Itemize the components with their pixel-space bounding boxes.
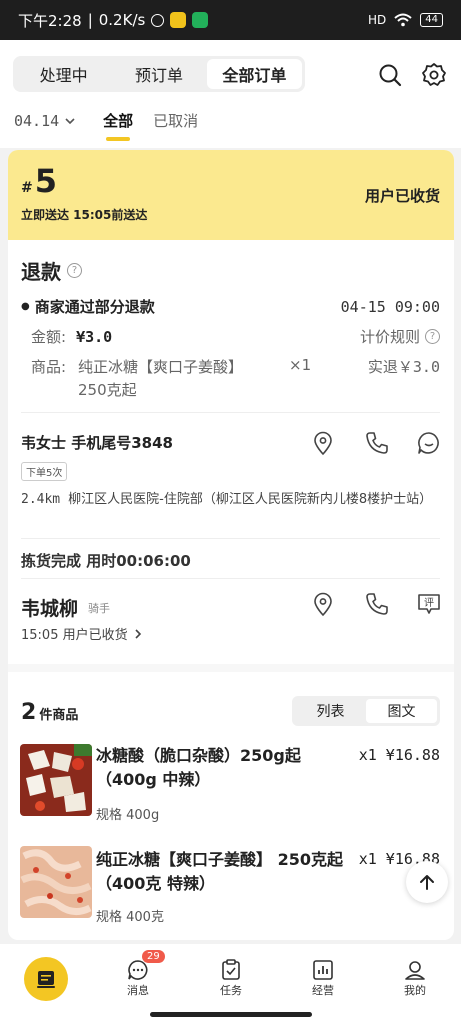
refund-time: 04-15 09:00: [340, 297, 440, 316]
rate-icon[interactable]: 评: [416, 591, 442, 617]
app-notification-icon: [170, 12, 187, 28]
scroll-top-button[interactable]: [406, 861, 448, 903]
settings-icon[interactable]: [421, 62, 447, 88]
divider: [21, 412, 440, 413]
tasks-icon: [222, 959, 240, 980]
phone-icon[interactable]: [364, 430, 390, 456]
phone-icon[interactable]: [364, 591, 390, 617]
sub-nav: 04.14 全部 已取消: [14, 110, 198, 141]
rider-status-link[interactable]: 15:05 用户已收货: [21, 624, 440, 643]
pricing-rule-link[interactable]: 计价规则 ?: [360, 326, 440, 347]
divider: [21, 578, 440, 579]
product-spec: 规格 400g: [96, 808, 160, 823]
order-status: 用户已收货: [364, 187, 440, 205]
product-name: 纯正冰糖【爽口子姜酸】 250克起（400克 特辣）: [96, 850, 343, 893]
divider: [21, 538, 440, 539]
distance: 2.4km: [21, 492, 61, 507]
nav-tasks[interactable]: 任务: [201, 958, 261, 998]
rider-name: 韦城柳: [21, 598, 79, 620]
refund-goods-qty: ×1: [289, 356, 312, 374]
product-image[interactable]: [20, 846, 92, 918]
chat-icon[interactable]: [416, 430, 442, 456]
picking-time: 拣货完成 用时00:06:00: [21, 552, 191, 570]
refund-goods-name: 纯正冰糖【爽口子姜酸】 250克起: [78, 358, 244, 399]
date-value: 04.14: [14, 111, 60, 130]
product-image[interactable]: [20, 744, 92, 816]
delivery-time: 立即送达 15:05前送达: [21, 208, 148, 222]
battery-icon: 44: [420, 13, 443, 27]
goods-view-toggle: 列表 图文: [292, 696, 440, 726]
tab-processing[interactable]: 处理中: [16, 59, 111, 89]
network-speed: 0.2K/s: [98, 11, 146, 29]
chevron-right-icon: [135, 628, 141, 639]
toggle-image[interactable]: 图文: [366, 699, 437, 723]
signal-icon: HD: [368, 13, 387, 27]
bottom-nav: 29 消息 任务 经营 我的: [0, 944, 461, 1024]
order-count-tag: 下单5次: [21, 462, 68, 481]
help-icon: ?: [425, 329, 440, 344]
bullet-icon: ●: [21, 301, 30, 312]
product-photo-icon: [20, 744, 92, 816]
toggle-list[interactable]: 列表: [295, 699, 366, 723]
header: 处理中 预订单 全部订单 04.14 全部 已取消: [0, 40, 461, 148]
filter-all[interactable]: 全部: [103, 110, 133, 141]
tab-all-orders[interactable]: 全部订单: [206, 59, 302, 89]
nav-messages[interactable]: 29 消息: [108, 950, 168, 998]
search-icon[interactable]: [377, 62, 403, 88]
home-indicator[interactable]: [150, 1012, 312, 1017]
rider-status: 15:05 用户已收货: [21, 628, 128, 643]
nav-mine[interactable]: 我的: [385, 958, 445, 998]
refund-event: ● 商家通过部分退款 04-15 09:00: [21, 297, 440, 317]
refund-amount-row: 金额: ¥3.0 计价规则 ?: [21, 326, 440, 347]
customer-address: 2.4km 柳江区人民医院-住院部（柳江区人民医院新内儿楼8楼护士站）: [21, 490, 440, 510]
arrow-up-icon: [420, 875, 434, 890]
alarm-icon: [151, 13, 165, 27]
order-card[interactable]: #5 立即送达 15:05前送达 用户已收货 退款 ? ● 商家通过部分退款 0…: [8, 150, 454, 940]
address-text: 柳江区人民医院-住院部（柳江区人民医院新内儿楼8楼护士站）: [68, 492, 433, 507]
status-time: 下午2:28: [18, 11, 82, 30]
wechat-icon: [192, 12, 209, 28]
refund-title: 退款 ?: [21, 256, 440, 285]
product-name: 冰糖酸（脆口杂酸）250g起（400g 中辣）: [96, 746, 301, 789]
chart-icon: [313, 960, 333, 980]
section-separator: [8, 664, 454, 672]
wifi-icon: [394, 13, 412, 27]
status-bar: 下午2:28 | 0.2K/s HD 44: [0, 0, 461, 40]
order-header: #5 立即送达 15:05前送达 用户已收货: [8, 150, 454, 240]
user-icon: [405, 961, 425, 980]
location-icon[interactable]: [310, 430, 336, 456]
product-spec: 规格 400克: [96, 910, 164, 925]
location-icon[interactable]: [310, 591, 336, 617]
product-price: x1 ¥16.88: [358, 746, 440, 764]
orders-icon: [37, 971, 55, 988]
tab-preorder[interactable]: 预订单: [111, 59, 206, 89]
refund-amount: ¥3.0: [76, 327, 113, 346]
orders-home-button[interactable]: [24, 957, 68, 1001]
rider-role: 骑手: [88, 601, 111, 615]
help-icon[interactable]: ?: [67, 263, 82, 278]
product-photo-icon: [20, 846, 92, 918]
date-selector[interactable]: 04.14: [14, 112, 75, 130]
chevron-down-icon: [65, 117, 75, 124]
nav-business[interactable]: 经营: [293, 958, 353, 998]
refund-actual: 实退￥3.0: [367, 358, 440, 376]
order-number: #5: [21, 162, 57, 200]
filter-cancelled[interactable]: 已取消: [153, 110, 198, 131]
svg-text:评: 评: [424, 597, 434, 609]
messages-badge: 29: [142, 950, 165, 963]
order-tabs: 处理中 预订单 全部订单: [13, 56, 305, 92]
